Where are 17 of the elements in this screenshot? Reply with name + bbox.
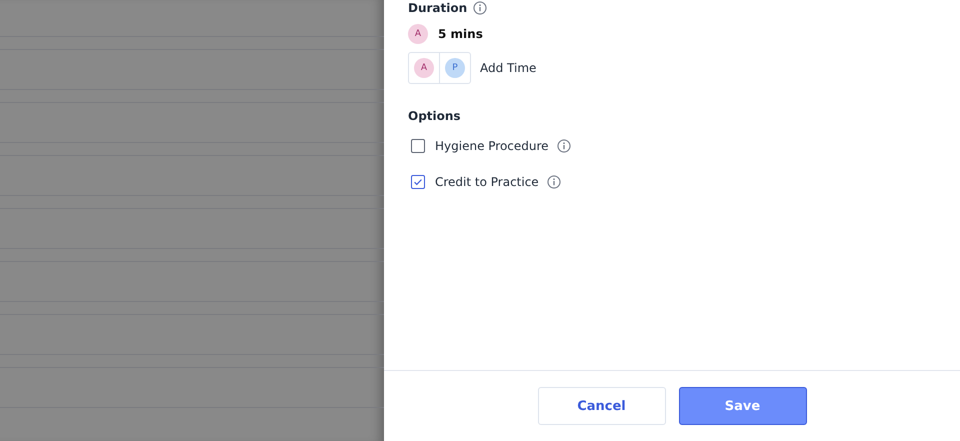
add-time-link[interactable]: Add Time <box>480 61 536 75</box>
info-icon[interactable] <box>556 139 571 153</box>
avatar: A <box>414 58 434 78</box>
avatar-group[interactable]: A P <box>408 52 471 84</box>
checkbox[interactable] <box>411 139 425 153</box>
info-icon[interactable] <box>546 175 561 189</box>
cancel-button[interactable]: Cancel <box>538 387 666 425</box>
checkbox[interactable] <box>411 175 425 189</box>
section-title: Duration <box>408 0 468 14</box>
info-icon[interactable] <box>473 0 488 14</box>
avatar: A <box>408 24 428 44</box>
section-title: Options <box>408 108 461 122</box>
option-label: Hygiene Procedure <box>435 139 549 153</box>
option-label: Credit to Practice <box>435 175 539 189</box>
save-button[interactable]: Save <box>678 387 806 425</box>
duration-value: 5 mins <box>438 27 483 41</box>
avatar: P <box>445 58 465 78</box>
